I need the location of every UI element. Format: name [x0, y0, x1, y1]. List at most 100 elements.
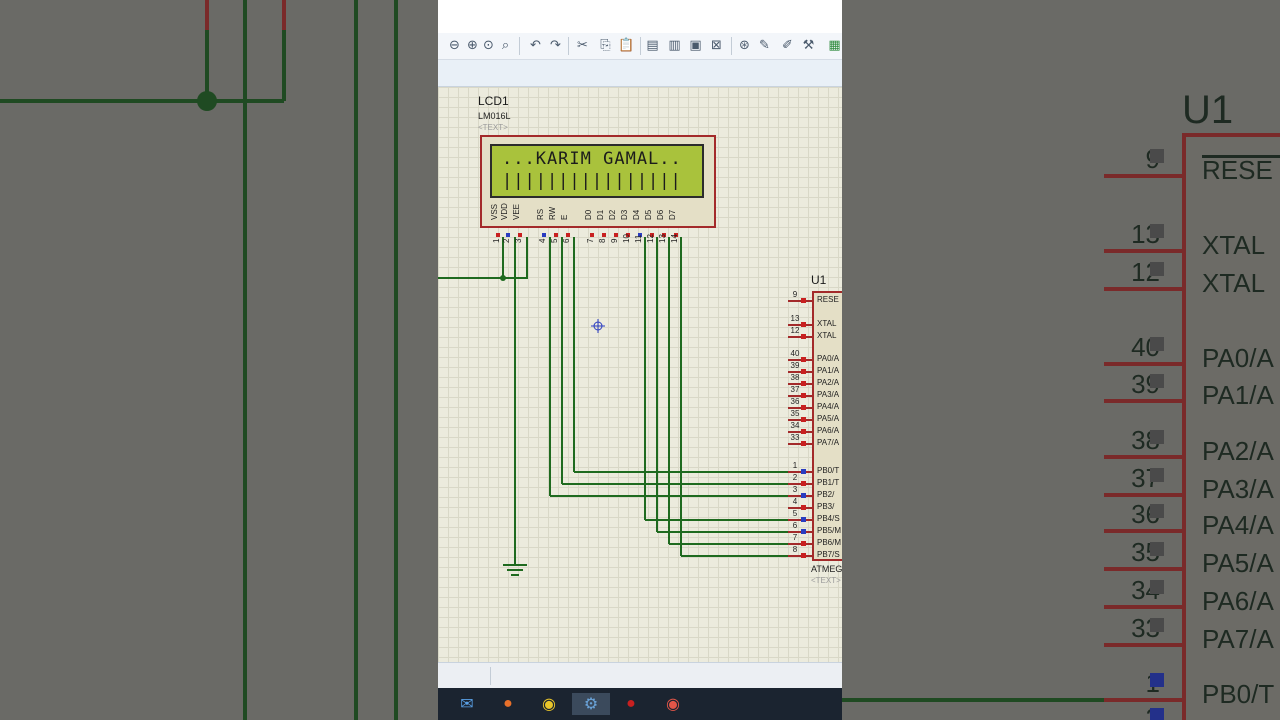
background-pin-name: RESE [1202, 155, 1273, 185]
mcu-pin-name: PB5/M [817, 526, 842, 535]
make-device-icon[interactable]: ✎ [756, 37, 773, 54]
background-pin-marker [1150, 262, 1164, 276]
mcu-pin-number: 3 [792, 485, 798, 494]
undo-icon[interactable]: ↶ [527, 37, 544, 54]
lcd-pin-number: 13 [658, 234, 667, 243]
lcd-pin-number: 10 [622, 234, 631, 243]
background-pin-marker [1150, 580, 1164, 594]
mcu-pin-name: XTAL [817, 319, 837, 328]
lcd-pin-name: D7 [668, 209, 677, 220]
chrome-icon[interactable]: ◉ [537, 693, 561, 715]
mcu-pin-number: 4 [792, 497, 798, 506]
lcd-pin-marker [614, 233, 618, 237]
mcu-reference: U1 [811, 273, 827, 287]
background-pin-marker [1150, 149, 1164, 163]
toolbar-separator [731, 37, 732, 55]
block-rotate-icon[interactable]: ▣ [687, 37, 704, 54]
lcd-line-2: |||||||||||||||| [502, 171, 682, 191]
proteus-window: ⊖ ⊕ ⊙ ⌕ ↶ ↷ ✂ ⎘ 📋 ▤ ▥ ▣ ⊠ ⊛ ✎ ✐ ⚒ ▦ LCD1 LM016L <TEXT> ..… [438, 0, 842, 720]
mcu-pin-number: 33 [790, 433, 800, 442]
background-pin-name: XTAL [1202, 268, 1266, 298]
firefox-icon[interactable]: ● [496, 693, 520, 715]
lcd-pin-marker [506, 233, 510, 237]
lcd-part-name: LM016L [478, 111, 511, 121]
chrome-profile-icon[interactable]: ◉ [661, 693, 685, 715]
mcu-pin-line [788, 300, 812, 302]
background-pin-marker [1150, 374, 1164, 388]
background-pin-name: PA7/A [1202, 624, 1274, 654]
lcd-text-placeholder: <TEXT> [478, 123, 508, 132]
cut-icon[interactable]: ✂ [574, 37, 591, 54]
proteus-isis-icon[interactable]: ⚙ [572, 693, 610, 715]
copy-icon[interactable]: ⎘ [597, 37, 614, 54]
zoom-out-icon[interactable]: ⊖ [446, 37, 463, 54]
mcu-pin-number: 8 [792, 545, 798, 554]
block-delete-icon[interactable]: ⊠ [708, 37, 725, 54]
block-copy-icon[interactable]: ▤ [644, 37, 661, 54]
mcu-pin-number: 5 [792, 509, 798, 518]
zoom-all-icon[interactable]: ⊙ [480, 37, 497, 54]
lcd-pin-number: 11 [634, 234, 643, 243]
lcd-pin-name: VDD [500, 203, 509, 220]
mcu-pin-number: 39 [790, 361, 800, 370]
mcu-pin-name: PA2/A [817, 378, 840, 387]
mcu-pin-name: PA5/A [817, 414, 840, 423]
background-u1-ref: U1 [1182, 88, 1234, 132]
netlist-icon[interactable]: ▦ [826, 37, 842, 54]
mcu-pin-number: 7 [792, 533, 798, 542]
mcu-pin-name: PA4/A [817, 402, 840, 411]
zoom-area-icon[interactable]: ⌕ [497, 37, 514, 54]
background-pin-name: PA3/A [1202, 474, 1274, 504]
lcd-pin-marker [590, 233, 594, 237]
lcd-reference: LCD1 [478, 94, 509, 108]
mcu-pin-name: PA7/A [817, 438, 840, 447]
mcu-pin-number: 40 [790, 349, 800, 358]
lcd-pin-number: 7 [586, 238, 595, 243]
decompose-icon[interactable]: ⚒ [800, 37, 817, 54]
lcd-pin-name: VEE [512, 203, 521, 220]
mcu-pin-name: PA0/A [817, 354, 840, 363]
windows-taskbar: ✉ ● ◉ ⚙ ● ◉ [438, 688, 842, 720]
mcu-pin-number: 6 [792, 521, 798, 530]
pick-device-icon[interactable]: ⊛ [736, 37, 753, 54]
lcd-pin-name: D3 [620, 209, 629, 220]
mcu-pin-line [788, 443, 812, 445]
package-icon[interactable]: ✐ [779, 37, 796, 54]
background-pin-name: PA0/A [1202, 343, 1274, 373]
lcd-pin-name: RS [536, 208, 545, 220]
background-pin-name: PA6/A [1202, 586, 1274, 616]
background-pin-name: XTAL [1202, 230, 1266, 260]
lcd-pin-name: VSS [490, 203, 499, 220]
mail-icon[interactable]: ✉ [455, 693, 479, 715]
background-pin-marker [1150, 542, 1164, 556]
mcu-pin-number: 35 [790, 409, 800, 418]
background-pin-name: PA2/A [1202, 436, 1274, 466]
lcd-pin-number: 4 [538, 238, 547, 243]
schematic-canvas[interactable]: LCD1 LM016L <TEXT> ...KARIM GAMAL.. ||||… [438, 87, 842, 662]
secondary-toolbar [438, 60, 842, 87]
mcu-pin-name: PB7/S [817, 550, 840, 559]
lcd-pin-marker [554, 233, 558, 237]
lcd-pin-number: 12 [646, 234, 655, 243]
mcu-pin-name: PA3/A [817, 390, 840, 399]
block-move-icon[interactable]: ▥ [666, 37, 683, 54]
zoom-in-icon[interactable]: ⊕ [464, 37, 481, 54]
redo-icon[interactable]: ↷ [547, 37, 564, 54]
toolbar-separator [519, 37, 520, 55]
proteus-ares-icon[interactable]: ● [619, 693, 643, 715]
background-pin-marker [1150, 224, 1164, 238]
mcu-pin-name: PB2/ [817, 490, 835, 499]
mcu-pin-name: PB4/S [817, 514, 840, 523]
lcd-pin-name: D2 [608, 209, 617, 220]
mcu-pin-line [788, 555, 812, 557]
lcd-line-1: ...KARIM GAMAL.. [502, 149, 682, 169]
paste-icon[interactable]: 📋 [618, 37, 635, 54]
crosshair-cursor-icon [591, 319, 605, 333]
lcd-pin-name: D0 [584, 209, 593, 220]
background-left-zoom [0, 0, 438, 720]
mcu-pin-number: 37 [790, 385, 800, 394]
mcu-pin-name: PB3/ [817, 502, 835, 511]
lcd-pin-number: 5 [550, 238, 559, 243]
mcu-pin-name: PB0/T [817, 466, 840, 475]
background-reset-overline [1202, 155, 1280, 158]
